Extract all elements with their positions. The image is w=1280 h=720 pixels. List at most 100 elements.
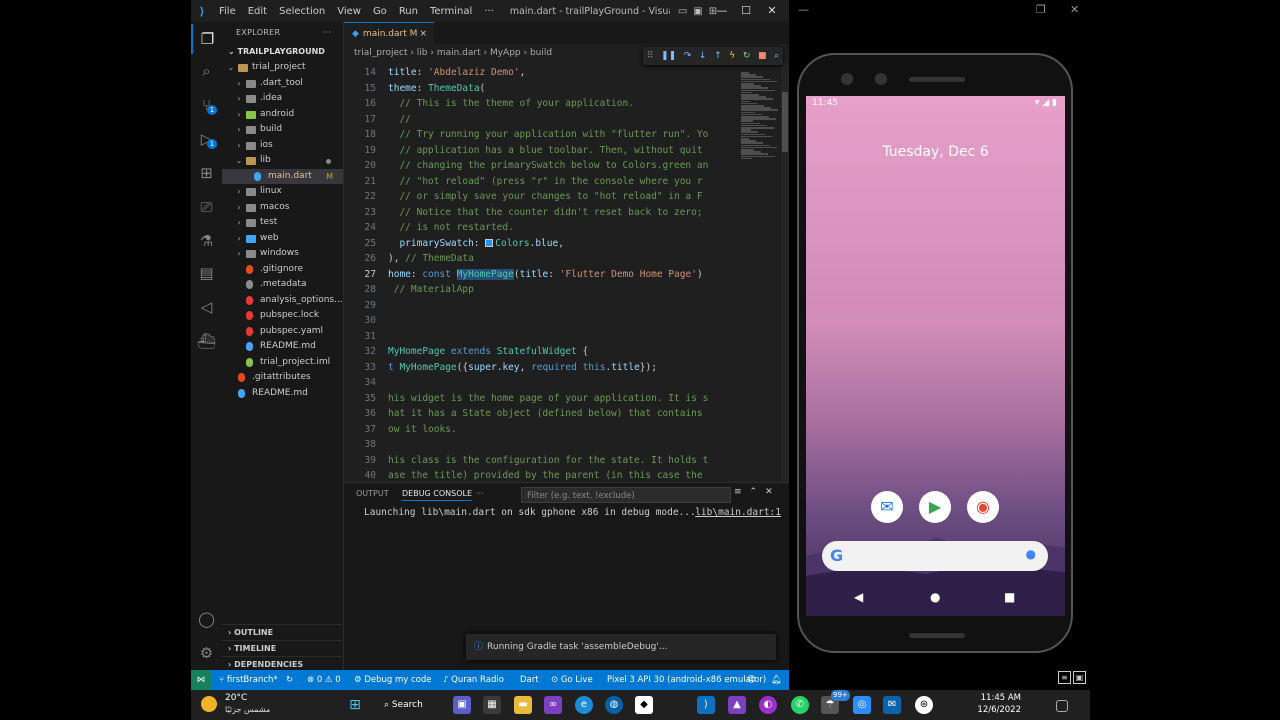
code-line[interactable]: 24 // is not restarted. [344, 220, 789, 236]
zoom-icon[interactable]: ◎ [853, 696, 871, 714]
android-studio-icon[interactable]: ▲ [728, 696, 746, 714]
emulator-screen[interactable]: 11:45 ▾ ◢ ▮ Tuesday, Dec 6 ✉ ▶ ◉ G ● ◀ ●… [806, 96, 1065, 616]
recents-icon[interactable]: ■ [1004, 590, 1015, 604]
code-line[interactable]: 38 [344, 437, 789, 453]
editor-scrollbar[interactable] [781, 62, 789, 482]
code-line[interactable]: 16 // This is the theme of your applicat… [344, 96, 789, 112]
code-line[interactable]: 40 ase the title) provided by the parent … [344, 468, 789, 482]
sync-icon[interactable]: ↻ [286, 670, 293, 690]
tab-debug-console[interactable]: DEBUG CONSOLE [402, 489, 473, 501]
menu-run[interactable]: Run [393, 6, 424, 17]
layout-sidebar-icon[interactable]: ▭ [678, 6, 687, 17]
notifications-bell-icon[interactable]: 🔔︎ [771, 670, 782, 690]
remote-icon[interactable]: ⋈ [191, 670, 211, 690]
file-explorer-icon[interactable]: ▬ [514, 696, 532, 714]
chevron-right-icon[interactable]: › [234, 76, 244, 92]
teams-icon[interactable]: ▣ [453, 696, 471, 714]
tab-close-icon[interactable]: × [419, 23, 427, 45]
code-line[interactable]: 21 // "hot reload" (press "r" in the con… [344, 174, 789, 190]
step-into-icon[interactable]: ↓ [699, 51, 707, 61]
console-source-link[interactable]: lib\main.dart:1 [695, 507, 781, 518]
chevron-right-icon[interactable]: › [234, 215, 244, 231]
language-mode[interactable]: Dart [520, 670, 539, 690]
minimap[interactable] [739, 62, 781, 482]
tree-folder[interactable]: ⌄ lib [222, 153, 343, 169]
section-dependencies[interactable]: › DEPENDENCIES [222, 656, 344, 671]
menu-terminal[interactable]: Terminal [424, 6, 478, 17]
section-outline[interactable]: › OUTLINE [222, 624, 344, 639]
code-line[interactable]: 26), // ThemeData [344, 251, 789, 267]
chatgpt-icon[interactable]: ⊛ [915, 696, 933, 714]
docker-icon[interactable]: ⛴ [191, 326, 222, 356]
code-line[interactable]: 20 // changing the primarySwatch below t… [344, 158, 789, 174]
chevron-right-icon[interactable]: › [234, 231, 244, 247]
code-line[interactable]: 35 his widget is the home page of your ap… [344, 391, 789, 407]
menu-view[interactable]: View [331, 6, 367, 17]
code-line[interactable]: 25 primarySwatch: Colors.blue, [344, 236, 789, 252]
explorer-icon[interactable]: ❐ [191, 24, 222, 54]
tree-file[interactable]: README.md [222, 339, 343, 355]
tree-folder[interactable]: › ios [222, 138, 343, 154]
workspace-root[interactable]: ⌄ TRAILPLAYGROUND [222, 44, 343, 60]
emulator-minimize-button[interactable]: — [798, 3, 809, 16]
menu-go[interactable]: Go [367, 6, 393, 17]
restart-icon[interactable]: ↻ [743, 51, 751, 61]
app-icon[interactable]: ◆ [635, 696, 653, 714]
filter-input[interactable]: Filter (e.g. text, !exclude) [521, 487, 731, 503]
git-branch[interactable]: ⑂ firstBranch* [219, 670, 278, 690]
step-over-icon[interactable]: ↷ [684, 51, 692, 61]
feedback-icon[interactable]: ☺ [747, 670, 756, 690]
chevron-right-icon[interactable]: › [234, 122, 244, 138]
close-panel-icon[interactable]: ✕ [765, 487, 773, 497]
menu-selection[interactable]: Selection [273, 6, 331, 17]
tree-folder[interactable]: › .dart_tool [222, 76, 343, 92]
code-line[interactable]: 15 theme: ThemeData( [344, 81, 789, 97]
problems-count[interactable]: ⊗ 0 ⚠ 0 [307, 670, 341, 690]
emulator-restore-button[interactable]: ❐ [1036, 3, 1046, 16]
tab-main-dart[interactable]: ◆ main.dart M × [344, 22, 434, 44]
firefox-icon[interactable]: ◍ [605, 696, 623, 714]
whatsapp-icon[interactable]: ✆ [791, 696, 809, 714]
tree-folder[interactable]: › windows [222, 246, 343, 262]
tree-folder[interactable]: ⌄ trial_project [222, 60, 343, 76]
settings-gear-icon[interactable]: ⚙ [191, 638, 222, 668]
tree-folder[interactable]: › web [222, 231, 343, 247]
chevron-right-icon[interactable]: › [234, 184, 244, 200]
code-line[interactable]: 17 // [344, 112, 789, 128]
explorer-more-button[interactable]: ··· [322, 22, 331, 44]
code-line[interactable]: 36 hat it has a State object (defined bel… [344, 406, 789, 422]
chrome-app-icon[interactable]: ◉ [967, 491, 999, 523]
chevron-right-icon[interactable]: › [234, 138, 244, 154]
code-line[interactable]: 34 [344, 375, 789, 391]
edge-icon[interactable]: e [575, 696, 593, 714]
chevron-down-icon[interactable]: ⌄ [226, 60, 236, 76]
go-live[interactable]: ⊙ Go Live [551, 670, 593, 690]
chevron-right-icon[interactable]: › [234, 200, 244, 216]
widgets-icon[interactable]: ▦ [483, 696, 501, 714]
home-date[interactable]: Tuesday, Dec 6 [806, 144, 1065, 160]
emulator-close-button[interactable]: ✕ [1070, 3, 1079, 16]
code-line[interactable]: 27 home: const MyHomePage(title: 'Flutter… [344, 267, 789, 283]
maximize-panel-icon[interactable]: ⌃ [750, 487, 758, 497]
code-line[interactable]: 23 // Notice that the counter didn't res… [344, 205, 789, 221]
tree-file[interactable]: .metadata [222, 277, 343, 293]
color-swatch-icon[interactable] [485, 238, 494, 247]
panel-more-button[interactable]: ··· [476, 489, 484, 498]
device-selector[interactable]: Pixel 3 API 30 (android-x86 emulator) [607, 670, 766, 690]
windows-start-icon[interactable]: ⊞ [346, 696, 364, 714]
tree-file[interactable]: main.dart M [222, 168, 343, 184]
quran-radio[interactable]: ♪ Quran Radio [443, 670, 504, 690]
assistant-icon[interactable]: ● [1026, 547, 1036, 561]
back-icon[interactable]: ◀ [854, 590, 863, 604]
tree-file[interactable]: .gitattributes [222, 370, 343, 386]
tree-folder[interactable]: › macos [222, 200, 343, 216]
code-line[interactable]: 22 // or simply save your changes to "ho… [344, 189, 789, 205]
tree-folder[interactable]: › linux [222, 184, 343, 200]
step-out-icon[interactable]: ↑ [714, 51, 722, 61]
code-line[interactable]: 28 // MaterialApp [344, 282, 789, 298]
run-debug-icon[interactable]: ▷ 1 [191, 124, 222, 154]
code-line[interactable]: 29 [344, 298, 789, 314]
flutter-icon[interactable]: ◁ [191, 292, 222, 322]
source-control-icon[interactable]: ⑂ 1 [191, 90, 222, 120]
tree-folder[interactable]: › test [222, 215, 343, 231]
